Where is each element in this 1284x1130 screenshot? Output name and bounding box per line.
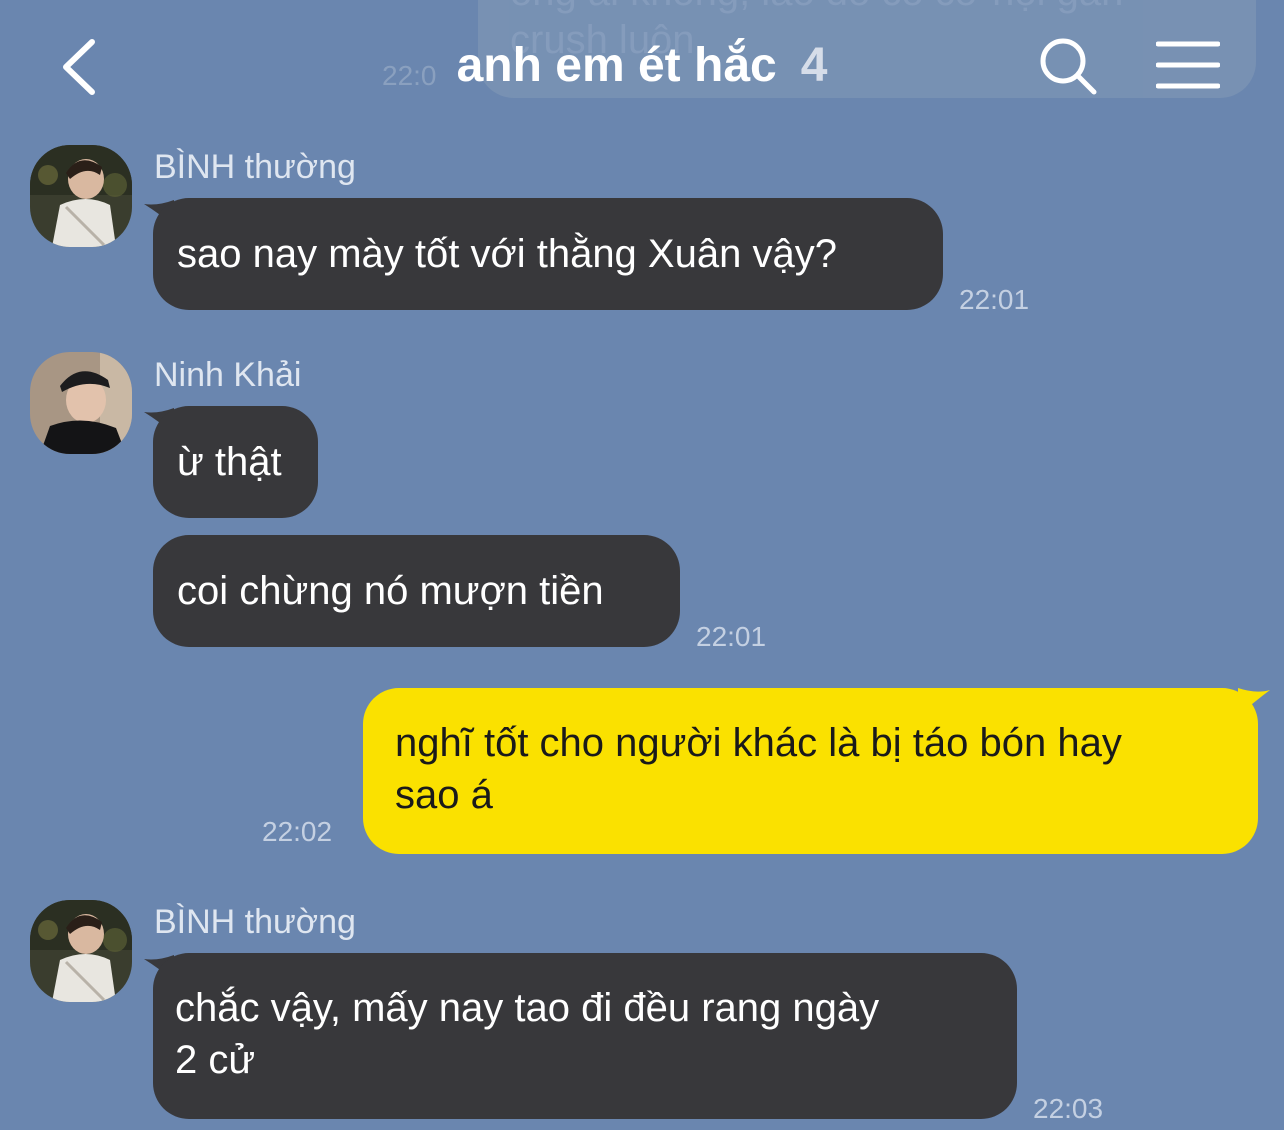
message-bubble[interactable]: ừ thật: [153, 406, 318, 518]
message-time: 22:01: [959, 284, 1030, 315]
sender-name: BÌNH thường: [154, 148, 356, 186]
avatar-photo: [30, 900, 132, 1002]
message-bubble[interactable]: sao nay mày tốt với thằng Xuân vậy?: [153, 198, 943, 310]
message-text: coi chừng nó mượn tiền: [177, 569, 604, 613]
message-text-line: nghĩ tốt cho người khác là bị táo bón ha…: [395, 721, 1122, 765]
message-time: 22:01: [696, 621, 767, 652]
sender-name: BÌNH thường: [154, 903, 356, 941]
avatar-photo: [30, 352, 132, 454]
menu-button[interactable]: [1155, 40, 1221, 90]
message-text-line: chắc vậy, mấy nay tao đi đều rang ngày: [175, 986, 880, 1030]
chat-title-text: anh em ét hắc: [456, 39, 777, 92]
chat-header: ông ai không, lào đó có cơ hội gần crush…: [0, 0, 1284, 130]
message-bubble[interactable]: coi chừng nó mượn tiền: [153, 535, 680, 647]
message-text-line: sao á: [395, 773, 493, 817]
menu-icon: [1155, 41, 1221, 89]
search-button[interactable]: [1038, 36, 1098, 96]
sender-name: Ninh Khải: [154, 356, 302, 394]
avatar-binh[interactable]: [30, 145, 132, 247]
message-text: ừ thật: [177, 440, 282, 484]
avatar-binh[interactable]: [30, 900, 132, 1002]
avatar-ninh-khai[interactable]: [30, 352, 132, 454]
search-icon: [1040, 38, 1097, 95]
member-count: 4: [800, 39, 828, 92]
my-message-bubble[interactable]: nghĩ tốt cho người khác là bị táo bón ha…: [363, 688, 1258, 854]
message-time: 22:02: [262, 816, 333, 847]
avatar-photo: [30, 145, 132, 247]
bubble-tail: [1238, 688, 1270, 716]
message-bubble[interactable]: chắc vậy, mấy nay tao đi đều rang ngày 2…: [153, 953, 1017, 1119]
message-text: sao nay mày tốt với thằng Xuân vậy?: [177, 232, 837, 276]
message-text-line: 2 cử: [175, 1038, 256, 1082]
message-time: 22:03: [1033, 1093, 1104, 1124]
